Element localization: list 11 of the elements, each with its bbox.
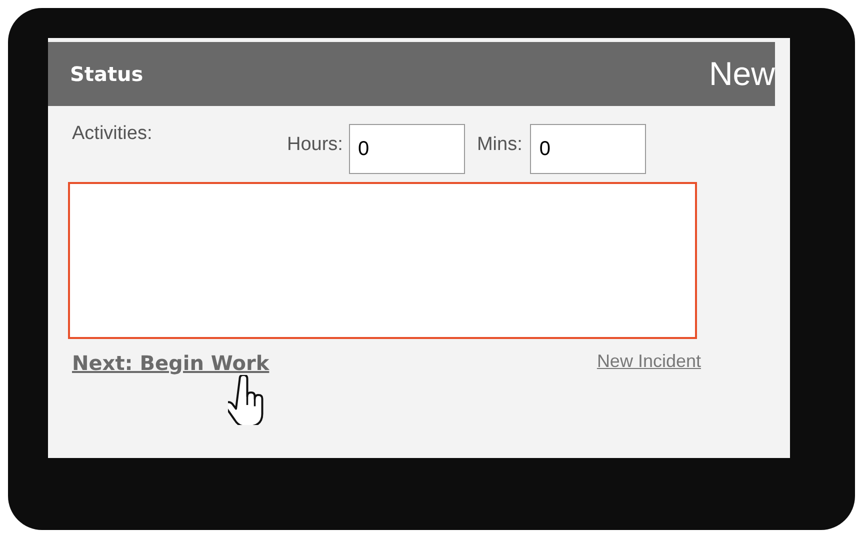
activities-field[interactable] (68, 182, 697, 339)
hours-label: Hours: (287, 134, 343, 156)
hours-field[interactable]: 0 (348, 124, 465, 174)
activities-label: Activities: (72, 123, 154, 145)
next-link[interactable]: Next: Begin Work (72, 351, 270, 375)
mins-field[interactable]: 0 (530, 124, 646, 174)
mins-label: Mins: (476, 134, 522, 156)
new-incident-link[interactable]: New Incident (596, 351, 701, 372)
status-text: New (708, 55, 775, 93)
panel-title: Status (70, 62, 144, 86)
hand-cursor-icon (228, 375, 264, 425)
